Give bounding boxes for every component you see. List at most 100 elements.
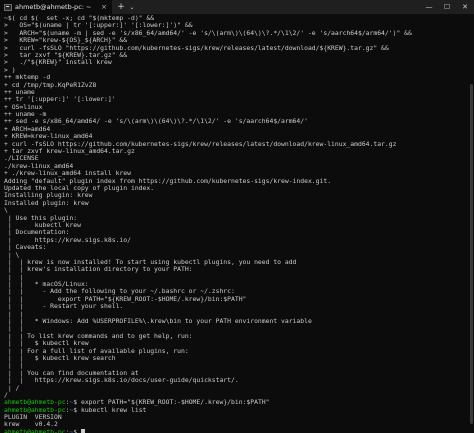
terminal-text: ++ tr '[:upper:]' '[:lower:]' [4, 96, 116, 104]
terminal-text: | Caveats: [4, 244, 47, 252]
terminal-text: | | krew is now installed! To start usin… [4, 258, 297, 266]
terminal-text: > tar zxvf "${KREW}.tar.gz" && [4, 51, 128, 59]
scrollbar-thumb[interactable] [470, 84, 473, 424]
terminal-line: | | [4, 362, 468, 369]
terminal-line: Adding "default" plugin index from https… [4, 178, 468, 185]
terminal-line: Updated the local copy of plugin index. [4, 185, 468, 192]
text-cursor [80, 428, 85, 433]
terminal-line: | | [4, 325, 468, 332]
terminal-line: > tar zxvf "${KREW}.tar.gz" && [4, 52, 468, 59]
terminal-text: ++ mktemp -d [4, 74, 51, 82]
terminal-line: ahmetb@ahmetb-pc:~$ export PATH="${KREW_… [4, 399, 468, 406]
terminal-line: | | $ kubectl krew [4, 340, 468, 347]
prompt-user: ahmetb@ahmetb-pc [4, 399, 66, 407]
terminal-line: ~$( cd $( set -x; cd "$(mktemp -d)" && [4, 15, 468, 22]
terminal-line: | | For a full list of available plugins… [4, 348, 468, 355]
terminal-text: $ [73, 428, 81, 433]
terminal-text: PLUGIN VERSION [4, 414, 62, 422]
terminal-line: | https://krew.sigs.k8s.io/ [4, 237, 468, 244]
terminal-line: + ARCH=amd64 [4, 126, 468, 133]
terminal-line: ++ mktemp -d [4, 74, 468, 81]
terminal-text: / [4, 391, 8, 399]
prompt-user: ahmetb@ahmetb-pc [4, 406, 66, 414]
prompt-user: ahmetb@ahmetb-pc [4, 428, 66, 433]
terminal-text: | | [4, 325, 24, 333]
terminal-line: + ./krew-linux_amd64 install krew [4, 170, 468, 177]
terminal-text: | Documentation: [4, 229, 70, 237]
terminal-output[interactable]: ~$( cd $( set -x; cd "$(mktemp -d)" && > … [0, 14, 468, 433]
terminal-line: + KREW=krew-linux_amd64 [4, 133, 468, 140]
terminal-text: | | * Windows: Add %USERPROFILE%\.krew\b… [4, 318, 312, 326]
terminal-icon [4, 3, 12, 11]
chevron-down-icon[interactable]: ⌄ [127, 0, 137, 14]
terminal-text: | | For a full list of available plugins… [4, 347, 189, 355]
tab-title: ahmetb@ahmetb-pc: ~ [15, 3, 92, 11]
tab-close-icon[interactable]: × [100, 3, 108, 11]
terminal-text: | | $ kubectl krew search [4, 354, 116, 362]
terminal-line: > KREW="krew-${OS}_${ARCH}" && [4, 37, 468, 44]
terminal-line: | | $ kubectl krew search [4, 355, 468, 362]
terminal-line: Installing plugin: krew [4, 192, 468, 199]
terminal-text: | https://krew.sigs.k8s.io/ [4, 236, 131, 244]
terminal-text: Adding "default" plugin index from https… [4, 177, 332, 185]
terminal-line: > OS="$(uname | tr '[:upper:]' '[:lower:… [4, 22, 468, 29]
title-bar: ahmetb@ahmetb-pc: ~ × + ⌄ — ☐ ✕ [0, 0, 474, 14]
terminal-text: + KREW=krew-linux_amd64 [4, 133, 93, 141]
terminal-text: | | [4, 273, 24, 281]
terminal-line: Installed plugin: krew [4, 200, 468, 207]
terminal-text: | / [4, 384, 20, 392]
terminal-line: | | https://krew.sigs.k8s.io/docs/user-g… [4, 377, 468, 384]
terminal-text: | Use this plugin: [4, 214, 78, 222]
terminal-line: + OS=linux [4, 104, 468, 111]
terminal-text: ~$( cd $( set -x; cd "$(mktemp -d)" && [4, 15, 155, 22]
terminal-line: ++ uname -m [4, 111, 468, 118]
minimize-button[interactable]: — [420, 0, 438, 14]
terminal-text: | | You can find documentation at [4, 369, 139, 377]
terminal-line: | / [4, 385, 468, 392]
terminal-text: | | [4, 310, 24, 318]
terminal-text: | | export PATH="${KREW_ROOT:-$HOME/.kre… [4, 295, 247, 303]
terminal-line: | | * Windows: Add %USERPROFILE%\.krew\b… [4, 318, 468, 325]
terminal-text: ++ uname -m [4, 111, 47, 119]
terminal-line: + curl -fsSLO https://github.com/kuberne… [4, 141, 468, 148]
terminal-text: | kubectl krew [4, 221, 81, 229]
terminal-line: | | krew's installation directory to you… [4, 266, 468, 273]
terminal-text: \ [4, 207, 8, 215]
terminal-text: $ kubectl krew list [73, 406, 147, 414]
terminal-line: | Caveats: [4, 244, 468, 251]
terminal-text: Updated the local copy of plugin index. [4, 184, 155, 192]
terminal-text: > ARCH="$(uname -m | sed -e 's/x86_64/am… [4, 29, 412, 37]
terminal-line: ++ uname [4, 89, 468, 96]
terminal-line: > curl -fsSLO "https://github.com/kubern… [4, 45, 468, 52]
terminal-line: ahmetb@ahmetb-pc:~$ [4, 428, 468, 433]
terminal-line: | \ [4, 252, 468, 259]
scrollbar[interactable] [468, 14, 474, 433]
terminal-line: | | export PATH="${KREW_ROOT:-$HOME/.kre… [4, 296, 468, 303]
terminal-text: + curl -fsSLO https://github.com/kuberne… [4, 140, 397, 148]
maximize-button[interactable]: ☐ [438, 0, 456, 14]
tab-terminal[interactable]: ahmetb@ahmetb-pc: ~ × [0, 0, 112, 14]
terminal-text: + ./krew-linux_amd64 install krew [4, 170, 131, 178]
terminal-text: | | [4, 362, 24, 370]
new-tab-button[interactable]: + [115, 0, 127, 14]
terminal-line: ./krew-linux_amd64 [4, 163, 468, 170]
terminal-line: krew v0.4.2 [4, 421, 468, 428]
close-button[interactable]: ✕ [456, 0, 474, 14]
terminal-text: ./LICENSE [4, 155, 39, 163]
terminal-line: | kubectl krew [4, 222, 468, 229]
terminal-text: > curl -fsSLO "https://github.com/kubern… [4, 44, 389, 52]
terminal-text: | | krew's installation directory to you… [4, 266, 193, 274]
terminal-line: \ [4, 207, 468, 214]
terminal-text: Installing plugin: krew [4, 192, 93, 200]
terminal-text: | | $ kubectl krew [4, 340, 89, 348]
terminal-text: > OS="$(uname | tr '[:upper:]' '[:lower:… [4, 22, 193, 30]
terminal-line: ahmetb@ahmetb-pc:~$ kubectl krew list [4, 407, 468, 414]
terminal-text: Installed plugin: krew [4, 199, 89, 207]
terminal-text: ++ sed -e s/x86_64/amd64/ -e 's/\(arm\)\… [4, 118, 308, 126]
terminal-line: ./LICENSE [4, 155, 468, 162]
terminal-line: / [4, 392, 468, 399]
terminal-text: | | To list krew commands and to get hel… [4, 332, 193, 340]
terminal-line: | | krew is now installed! To start usin… [4, 259, 468, 266]
terminal-text: + OS=linux [4, 103, 43, 111]
terminal-text: > ./"${KREW}" install krew [4, 59, 112, 67]
